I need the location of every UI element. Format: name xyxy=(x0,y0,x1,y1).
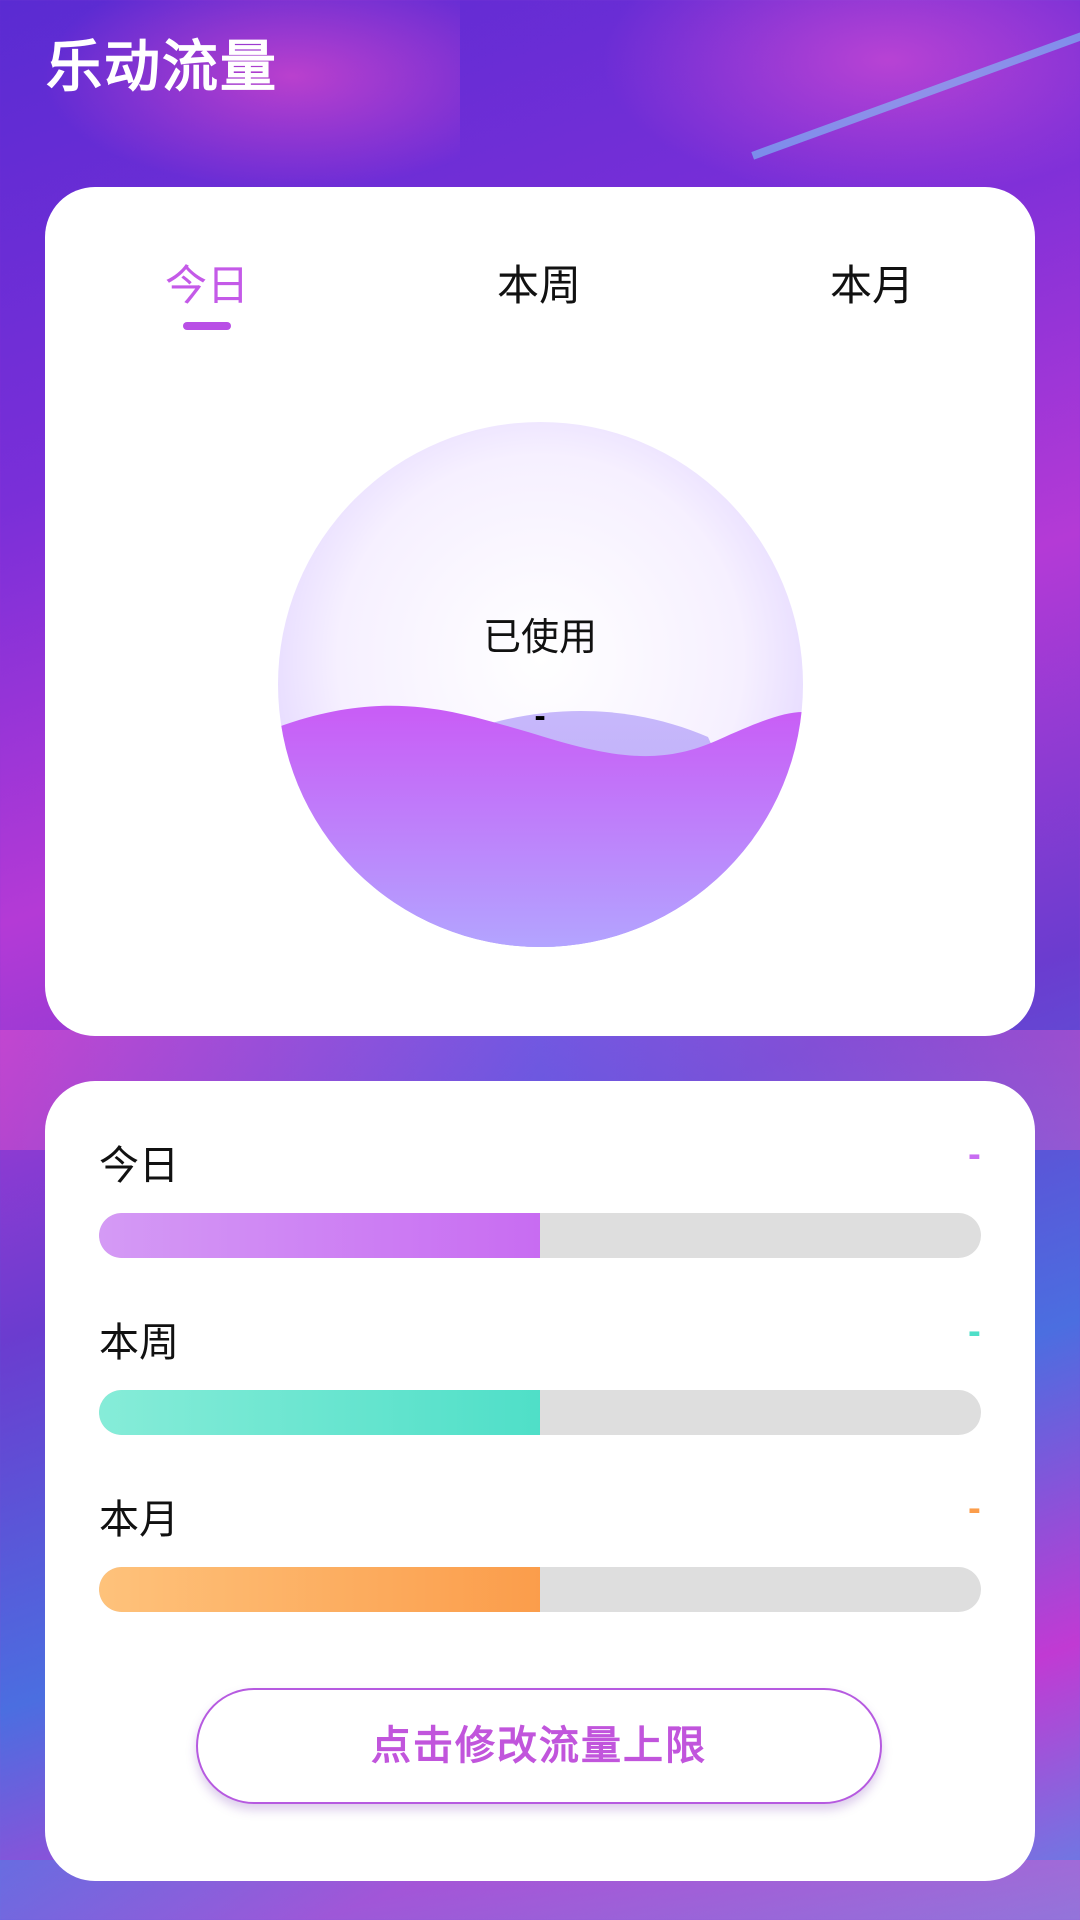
app-title: 乐动流量 xyxy=(46,35,278,100)
progress-fill-week xyxy=(99,1390,540,1435)
tab-month[interactable]: 本月 xyxy=(772,252,972,313)
usage-row-label-month: 本月 xyxy=(99,1497,179,1543)
usage-row-label-week: 本周 xyxy=(99,1320,179,1366)
gauge-label: 已使用 xyxy=(482,615,597,659)
usage-row-value-today: - xyxy=(967,1136,981,1174)
tab-today[interactable]: 今日 xyxy=(107,252,307,313)
gauge-wave-front xyxy=(278,705,803,947)
usage-gauge xyxy=(278,422,803,947)
background-decoration xyxy=(600,0,1080,200)
gauge-value: - xyxy=(534,700,546,733)
progress-bar-today xyxy=(99,1213,981,1258)
usage-row-label-today: 今日 xyxy=(99,1143,179,1189)
active-tab-indicator xyxy=(183,322,231,330)
edit-limit-button[interactable]: 点击修改流量上限 xyxy=(196,1688,882,1804)
tab-week[interactable]: 本周 xyxy=(439,252,639,313)
background-decoration xyxy=(751,8,1080,160)
progress-bar-month xyxy=(99,1567,981,1612)
progress-bar-week xyxy=(99,1390,981,1435)
usage-row-value-month: - xyxy=(967,1490,981,1528)
progress-fill-today xyxy=(99,1213,540,1258)
usage-row-value-week: - xyxy=(967,1313,981,1351)
progress-fill-month xyxy=(99,1567,540,1612)
